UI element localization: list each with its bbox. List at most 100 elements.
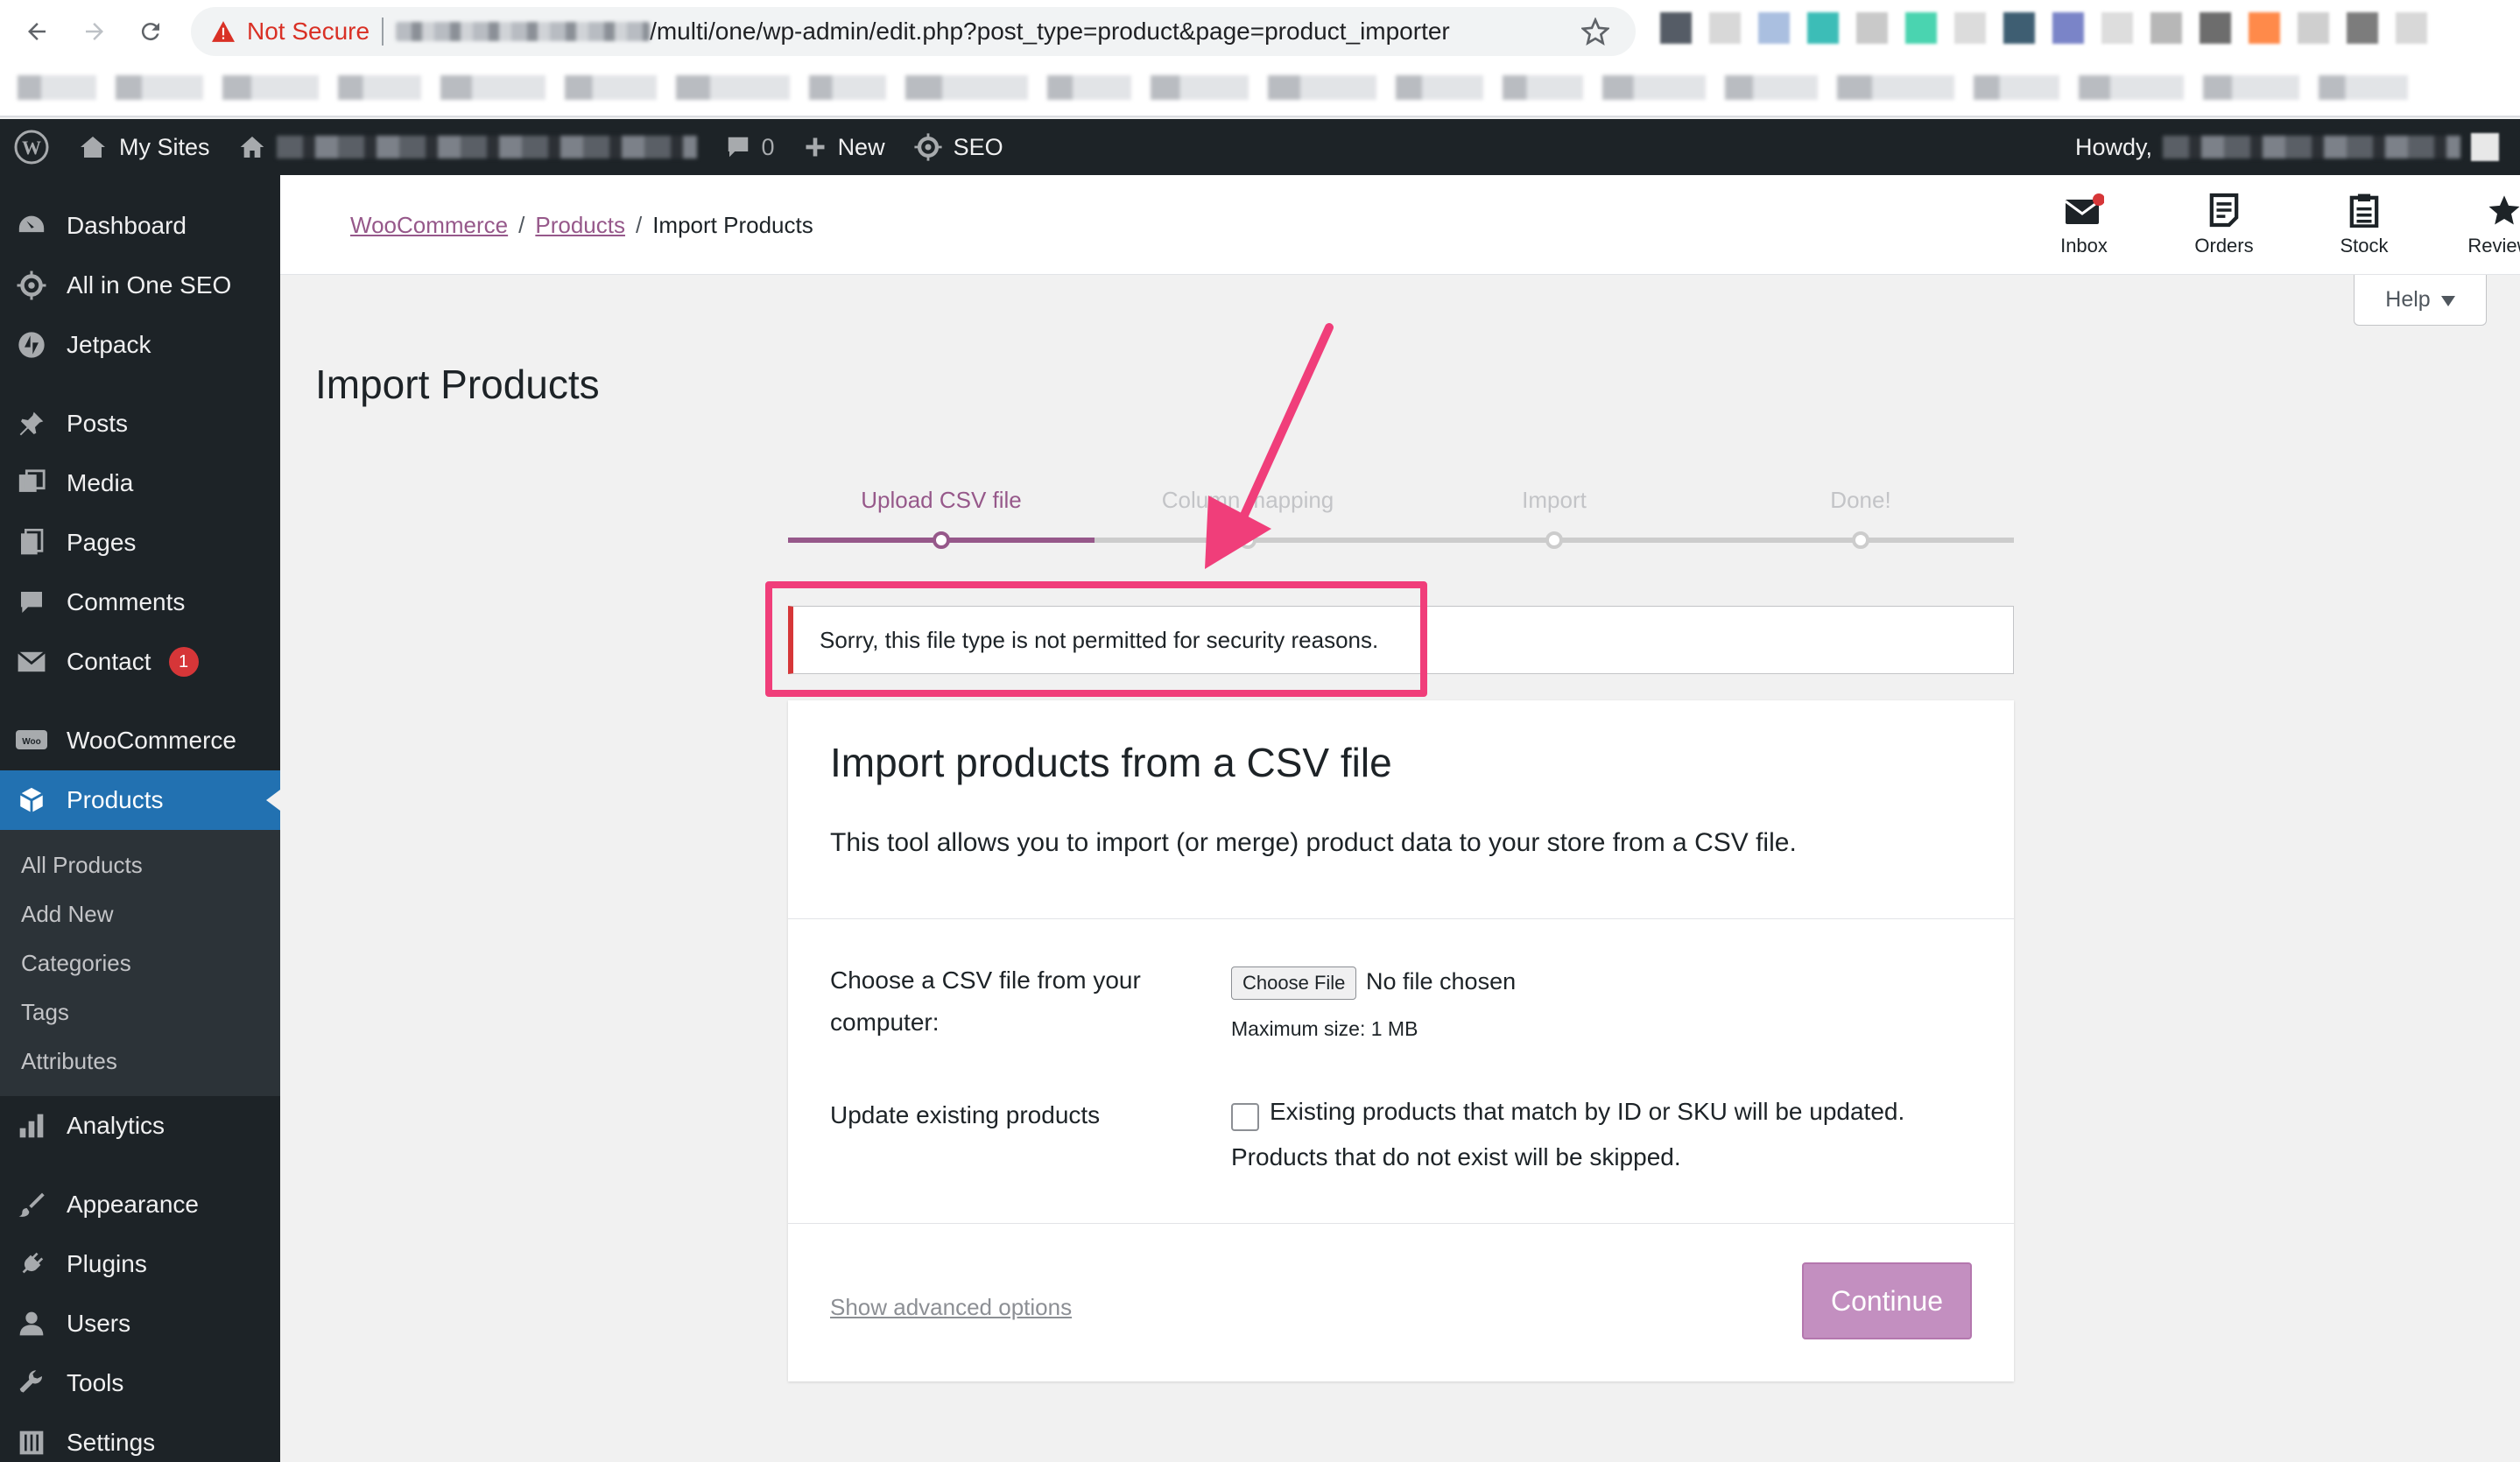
orders-page-icon xyxy=(2209,193,2239,228)
bookmark-item[interactable] xyxy=(1725,75,1818,100)
extension-icon[interactable] xyxy=(2298,12,2329,44)
sidebar-item-comments[interactable]: Comments xyxy=(0,573,280,632)
choose-file-button[interactable]: Choose File xyxy=(1231,966,1357,1000)
extension-icon[interactable] xyxy=(2347,12,2378,44)
bookmark-item[interactable] xyxy=(1047,75,1131,100)
activity-inbox-button[interactable]: Inbox xyxy=(2031,175,2136,275)
sidebar-label: Comments xyxy=(67,588,186,615)
bookmark-star-icon[interactable] xyxy=(1580,17,1611,52)
site-name-menu[interactable] xyxy=(224,119,711,175)
breadcrumb-separator: / xyxy=(518,212,525,238)
activity-stock-button[interactable]: Stock xyxy=(2312,175,2417,275)
bookmark-item[interactable] xyxy=(565,75,657,100)
step-done: Done! xyxy=(1830,487,1891,513)
reload-icon[interactable] xyxy=(131,12,170,51)
sidebar-item-tools[interactable]: Tools xyxy=(0,1353,280,1413)
extension-icon[interactable] xyxy=(1758,12,1790,44)
my-sites-menu[interactable]: My Sites xyxy=(63,119,224,175)
submenu-all-products[interactable]: All Products xyxy=(0,840,280,889)
bookmark-item[interactable] xyxy=(2203,75,2299,100)
card-title: Import products from a CSV file xyxy=(830,740,1392,785)
step-upload: Upload CSV file xyxy=(861,487,1022,513)
breadcrumb-products-link[interactable]: Products xyxy=(535,212,625,238)
bookmark-item[interactable] xyxy=(18,75,96,100)
forward-icon[interactable] xyxy=(75,12,114,51)
activity-orders-button[interactable]: Orders xyxy=(2172,175,2277,275)
sidebar-label: Analytics xyxy=(67,1112,165,1139)
account-menu[interactable]: Howdy, xyxy=(2075,119,2499,175)
extension-icon[interactable] xyxy=(2249,12,2280,44)
sidebar-item-posts[interactable]: Posts xyxy=(0,394,280,453)
breadcrumb-woocommerce-link[interactable]: WooCommerce xyxy=(350,212,508,238)
bookmark-item[interactable] xyxy=(222,75,319,100)
sidebar-item-contact[interactable]: Contact 1 xyxy=(0,632,280,692)
new-label: New xyxy=(837,133,885,160)
bookmark-item[interactable] xyxy=(905,75,1028,100)
bookmark-item[interactable] xyxy=(1602,75,1706,100)
new-content-menu[interactable]: New xyxy=(789,119,899,175)
back-icon[interactable] xyxy=(18,12,56,51)
help-tab-button[interactable]: Help xyxy=(2354,275,2487,326)
sidebar-item-jetpack[interactable]: Jetpack xyxy=(0,315,280,375)
extension-icon[interactable] xyxy=(1954,12,1986,44)
submenu-add-new[interactable]: Add New xyxy=(0,889,280,938)
continue-button[interactable]: Continue xyxy=(1802,1262,1972,1339)
sidebar-item-products[interactable]: Products xyxy=(0,770,280,830)
bookmark-item[interactable] xyxy=(676,75,790,100)
bookmark-item[interactable] xyxy=(809,75,886,100)
extension-icon[interactable] xyxy=(1660,12,1692,44)
sidebar-label: Appearance xyxy=(67,1191,200,1218)
extension-icon[interactable] xyxy=(1856,12,1888,44)
update-existing-checkbox[interactable] xyxy=(1231,1103,1259,1131)
sidebar-item-users[interactable]: Users xyxy=(0,1294,280,1353)
sidebar-item-analytics[interactable]: Analytics xyxy=(0,1096,280,1156)
admin-sidebar: Dashboard All in One SEO Jetpack Posts M… xyxy=(0,175,280,1462)
extension-icon[interactable] xyxy=(2052,12,2084,44)
activity-reviews-button[interactable]: Reviews xyxy=(2452,175,2520,275)
comments-menu[interactable]: 0 xyxy=(711,119,789,175)
extension-icon[interactable] xyxy=(1905,12,1937,44)
bookmark-item[interactable] xyxy=(2319,75,2408,100)
sidebar-item-aioseo[interactable]: All in One SEO xyxy=(0,256,280,315)
sidebar-label: Users xyxy=(67,1310,131,1337)
sidebar-item-pages[interactable]: Pages xyxy=(0,513,280,573)
bookmark-item[interactable] xyxy=(1837,75,1954,100)
bookmark-item[interactable] xyxy=(2079,75,2184,100)
sidebar-item-dashboard[interactable]: Dashboard xyxy=(0,196,280,256)
warning-icon xyxy=(212,21,235,42)
sidebar-label: WooCommerce xyxy=(67,727,236,754)
sidebar-label: Jetpack xyxy=(67,331,151,358)
bookmark-item[interactable] xyxy=(1268,75,1376,100)
submenu-tags[interactable]: Tags xyxy=(0,988,280,1037)
show-advanced-options-link[interactable]: Show advanced options xyxy=(830,1294,1072,1321)
bookmark-item[interactable] xyxy=(1396,75,1483,100)
sidebar-item-media[interactable]: Media xyxy=(0,453,280,513)
extension-icon[interactable] xyxy=(2200,12,2231,44)
security-label: Not Secure xyxy=(247,18,370,45)
bookmark-item[interactable] xyxy=(1503,75,1583,100)
extension-icon[interactable] xyxy=(1709,12,1741,44)
sidebar-item-settings[interactable]: Settings xyxy=(0,1413,280,1462)
sidebar-item-appearance[interactable]: Appearance xyxy=(0,1175,280,1234)
bookmark-item[interactable] xyxy=(440,75,546,100)
sidebar-item-plugins[interactable]: Plugins xyxy=(0,1234,280,1294)
not-secure-indicator[interactable]: Not Secure xyxy=(212,18,370,46)
sidebar-item-woocommerce[interactable]: Woo WooCommerce xyxy=(0,711,280,770)
submenu-attributes[interactable]: Attributes xyxy=(0,1037,280,1086)
seo-menu[interactable]: SEO xyxy=(899,119,1017,175)
extension-icon[interactable] xyxy=(2396,12,2427,44)
bookmark-item[interactable] xyxy=(1974,75,2059,100)
bookmark-item[interactable] xyxy=(338,75,421,100)
extensions-toolbar xyxy=(1660,12,2501,47)
bookmark-item[interactable] xyxy=(1151,75,1249,100)
bookmark-item[interactable] xyxy=(116,75,203,100)
pages-icon xyxy=(14,525,49,560)
extension-icon[interactable] xyxy=(2003,12,2035,44)
step-dot xyxy=(1545,531,1563,549)
extension-icon[interactable] xyxy=(1807,12,1839,44)
address-bar[interactable]: Not Secure /multi/one/wp-admin/edit.php?… xyxy=(191,7,1636,56)
extension-icon[interactable] xyxy=(2101,12,2133,44)
submenu-categories[interactable]: Categories xyxy=(0,938,280,988)
extension-icon[interactable] xyxy=(2150,12,2182,44)
wp-logo-icon[interactable]: W xyxy=(0,119,63,175)
